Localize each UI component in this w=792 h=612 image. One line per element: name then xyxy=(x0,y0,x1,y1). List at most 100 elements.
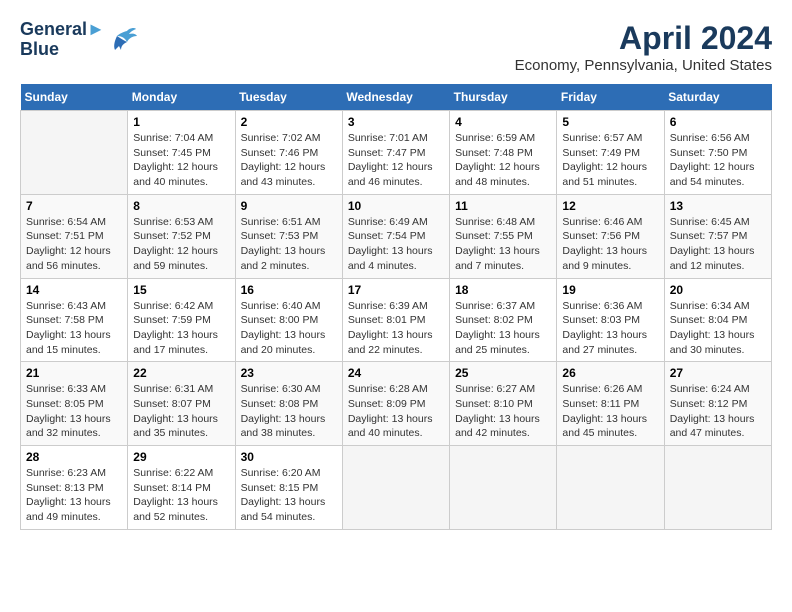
day-info: Sunrise: 6:51 AM Sunset: 7:53 PM Dayligh… xyxy=(241,215,337,274)
calendar-cell: 22 Sunrise: 6:31 AM Sunset: 8:07 PM Dayli… xyxy=(128,362,235,446)
day-info: Sunrise: 6:54 AM Sunset: 7:51 PM Dayligh… xyxy=(26,215,122,274)
calendar-cell: 7 Sunrise: 6:54 AM Sunset: 7:51 PM Daylig… xyxy=(21,194,128,278)
day-number: 28 xyxy=(26,450,122,464)
day-info: Sunrise: 6:20 AM Sunset: 8:15 PM Dayligh… xyxy=(241,466,337,525)
calendar-cell: 24Sunrise: 6:28 AM Sunset: 8:09 PM Dayli… xyxy=(342,362,449,446)
calendar-cell: 2 Sunrise: 7:02 AM Sunset: 7:46 PM Daylig… xyxy=(235,111,342,195)
calendar-cell: 18 Sunrise: 6:37 AM Sunset: 8:02 PM Dayli… xyxy=(450,278,557,362)
calendar-cell: 28 Sunrise: 6:23 AM Sunset: 8:13 PM Dayli… xyxy=(21,446,128,530)
day-number: 27 xyxy=(670,366,766,380)
day-info: Sunrise: 6:27 AM Sunset: 8:10 PM Dayligh… xyxy=(455,382,551,441)
day-number: 3 xyxy=(348,115,444,129)
day-info: Sunrise: 6:45 AM Sunset: 7:57 PM Dayligh… xyxy=(670,215,766,274)
calendar-cell: 29 Sunrise: 6:22 AM Sunset: 8:14 PM Dayli… xyxy=(128,446,235,530)
logo-bird-icon xyxy=(107,26,137,54)
day-number: 10 xyxy=(348,199,444,213)
day-number: 11 xyxy=(455,199,551,213)
day-info: Sunrise: 6:49 AM Sunset: 7:54 PM Dayligh… xyxy=(348,215,444,274)
day-number: 22 xyxy=(133,366,229,380)
day-number: 6 xyxy=(670,115,766,129)
calendar-cell: 4 Sunrise: 6:59 AM Sunset: 7:48 PM Daylig… xyxy=(450,111,557,195)
subtitle: Economy, Pennsylvania, United States xyxy=(515,57,772,74)
day-info: Sunrise: 6:42 AM Sunset: 7:59 PM Dayligh… xyxy=(133,299,229,358)
day-info: Sunrise: 6:34 AM Sunset: 8:04 PM Dayligh… xyxy=(670,299,766,358)
day-info: Sunrise: 6:24 AM Sunset: 8:12 PM Dayligh… xyxy=(670,382,766,441)
main-title: April 2024 xyxy=(515,20,772,57)
day-info: Sunrise: 6:33 AM Sunset: 8:05 PM Dayligh… xyxy=(26,382,122,441)
calendar-week-row: 28 Sunrise: 6:23 AM Sunset: 8:13 PM Dayli… xyxy=(21,446,772,530)
day-number: 5 xyxy=(562,115,658,129)
day-of-week-header: Friday xyxy=(557,84,664,111)
day-of-week-header: Tuesday xyxy=(235,84,342,111)
calendar-week-row: 14Sunrise: 6:43 AM Sunset: 7:58 PM Dayli… xyxy=(21,278,772,362)
day-number: 17 xyxy=(348,283,444,297)
calendar-cell: 3Sunrise: 7:01 AM Sunset: 7:47 PM Daylig… xyxy=(342,111,449,195)
day-info: Sunrise: 6:53 AM Sunset: 7:52 PM Dayligh… xyxy=(133,215,229,274)
calendar-cell: 9 Sunrise: 6:51 AM Sunset: 7:53 PM Daylig… xyxy=(235,194,342,278)
day-info: Sunrise: 6:56 AM Sunset: 7:50 PM Dayligh… xyxy=(670,131,766,190)
calendar-cell xyxy=(557,446,664,530)
day-info: Sunrise: 6:26 AM Sunset: 8:11 PM Dayligh… xyxy=(562,382,658,441)
day-number: 29 xyxy=(133,450,229,464)
day-of-week-header: Thursday xyxy=(450,84,557,111)
day-info: Sunrise: 6:37 AM Sunset: 8:02 PM Dayligh… xyxy=(455,299,551,358)
day-number: 1 xyxy=(133,115,229,129)
day-info: Sunrise: 6:40 AM Sunset: 8:00 PM Dayligh… xyxy=(241,299,337,358)
day-number: 4 xyxy=(455,115,551,129)
day-info: Sunrise: 6:59 AM Sunset: 7:48 PM Dayligh… xyxy=(455,131,551,190)
day-info: Sunrise: 6:43 AM Sunset: 7:58 PM Dayligh… xyxy=(26,299,122,358)
logo-text: General►Blue xyxy=(20,20,105,60)
day-info: Sunrise: 6:39 AM Sunset: 8:01 PM Dayligh… xyxy=(348,299,444,358)
title-block: April 2024 Economy, Pennsylvania, United… xyxy=(515,20,772,74)
day-number: 18 xyxy=(455,283,551,297)
day-info: Sunrise: 6:46 AM Sunset: 7:56 PM Dayligh… xyxy=(562,215,658,274)
calendar-cell: 25Sunrise: 6:27 AM Sunset: 8:10 PM Dayli… xyxy=(450,362,557,446)
calendar-cell: 14Sunrise: 6:43 AM Sunset: 7:58 PM Dayli… xyxy=(21,278,128,362)
day-info: Sunrise: 6:30 AM Sunset: 8:08 PM Dayligh… xyxy=(241,382,337,441)
day-info: Sunrise: 6:28 AM Sunset: 8:09 PM Dayligh… xyxy=(348,382,444,441)
calendar-cell: 10 Sunrise: 6:49 AM Sunset: 7:54 PM Dayli… xyxy=(342,194,449,278)
day-number: 8 xyxy=(133,199,229,213)
calendar-cell xyxy=(450,446,557,530)
day-info: Sunrise: 6:22 AM Sunset: 8:14 PM Dayligh… xyxy=(133,466,229,525)
page-header: General►Blue April 2024 Economy, Pennsyl… xyxy=(20,20,772,74)
day-of-week-header: Sunday xyxy=(21,84,128,111)
calendar-header-row: SundayMondayTuesdayWednesdayThursdayFrid… xyxy=(21,84,772,111)
calendar-cell: 21 Sunrise: 6:33 AM Sunset: 8:05 PM Dayli… xyxy=(21,362,128,446)
calendar-cell: 15 Sunrise: 6:42 AM Sunset: 7:59 PM Dayli… xyxy=(128,278,235,362)
calendar-week-row: 1 Sunrise: 7:04 AM Sunset: 7:45 PM Daylig… xyxy=(21,111,772,195)
day-number: 7 xyxy=(26,199,122,213)
calendar-cell: 16 Sunrise: 6:40 AM Sunset: 8:00 PM Dayli… xyxy=(235,278,342,362)
day-number: 13 xyxy=(670,199,766,213)
day-info: Sunrise: 7:02 AM Sunset: 7:46 PM Dayligh… xyxy=(241,131,337,190)
day-of-week-header: Monday xyxy=(128,84,235,111)
calendar-cell: 17 Sunrise: 6:39 AM Sunset: 8:01 PM Dayli… xyxy=(342,278,449,362)
calendar-cell: 30 Sunrise: 6:20 AM Sunset: 8:15 PM Dayli… xyxy=(235,446,342,530)
day-info: Sunrise: 7:04 AM Sunset: 7:45 PM Dayligh… xyxy=(133,131,229,190)
day-number: 30 xyxy=(241,450,337,464)
day-number: 21 xyxy=(26,366,122,380)
calendar-cell: 11 Sunrise: 6:48 AM Sunset: 7:55 PM Dayli… xyxy=(450,194,557,278)
day-number: 16 xyxy=(241,283,337,297)
calendar-cell: 27 Sunrise: 6:24 AM Sunset: 8:12 PM Dayli… xyxy=(664,362,771,446)
day-info: Sunrise: 6:31 AM Sunset: 8:07 PM Dayligh… xyxy=(133,382,229,441)
calendar-cell: 12 Sunrise: 6:46 AM Sunset: 7:56 PM Dayli… xyxy=(557,194,664,278)
calendar-cell: 20Sunrise: 6:34 AM Sunset: 8:04 PM Dayli… xyxy=(664,278,771,362)
logo: General►Blue xyxy=(20,20,137,60)
day-info: Sunrise: 6:57 AM Sunset: 7:49 PM Dayligh… xyxy=(562,131,658,190)
day-info: Sunrise: 6:23 AM Sunset: 8:13 PM Dayligh… xyxy=(26,466,122,525)
day-number: 15 xyxy=(133,283,229,297)
calendar-cell: 8 Sunrise: 6:53 AM Sunset: 7:52 PM Daylig… xyxy=(128,194,235,278)
day-number: 12 xyxy=(562,199,658,213)
calendar-week-row: 7 Sunrise: 6:54 AM Sunset: 7:51 PM Daylig… xyxy=(21,194,772,278)
day-number: 9 xyxy=(241,199,337,213)
calendar-table: SundayMondayTuesdayWednesdayThursdayFrid… xyxy=(20,84,772,530)
day-info: Sunrise: 6:36 AM Sunset: 8:03 PM Dayligh… xyxy=(562,299,658,358)
day-number: 2 xyxy=(241,115,337,129)
day-of-week-header: Saturday xyxy=(664,84,771,111)
calendar-cell xyxy=(21,111,128,195)
calendar-cell xyxy=(342,446,449,530)
day-info: Sunrise: 6:48 AM Sunset: 7:55 PM Dayligh… xyxy=(455,215,551,274)
day-of-week-header: Wednesday xyxy=(342,84,449,111)
day-number: 26 xyxy=(562,366,658,380)
